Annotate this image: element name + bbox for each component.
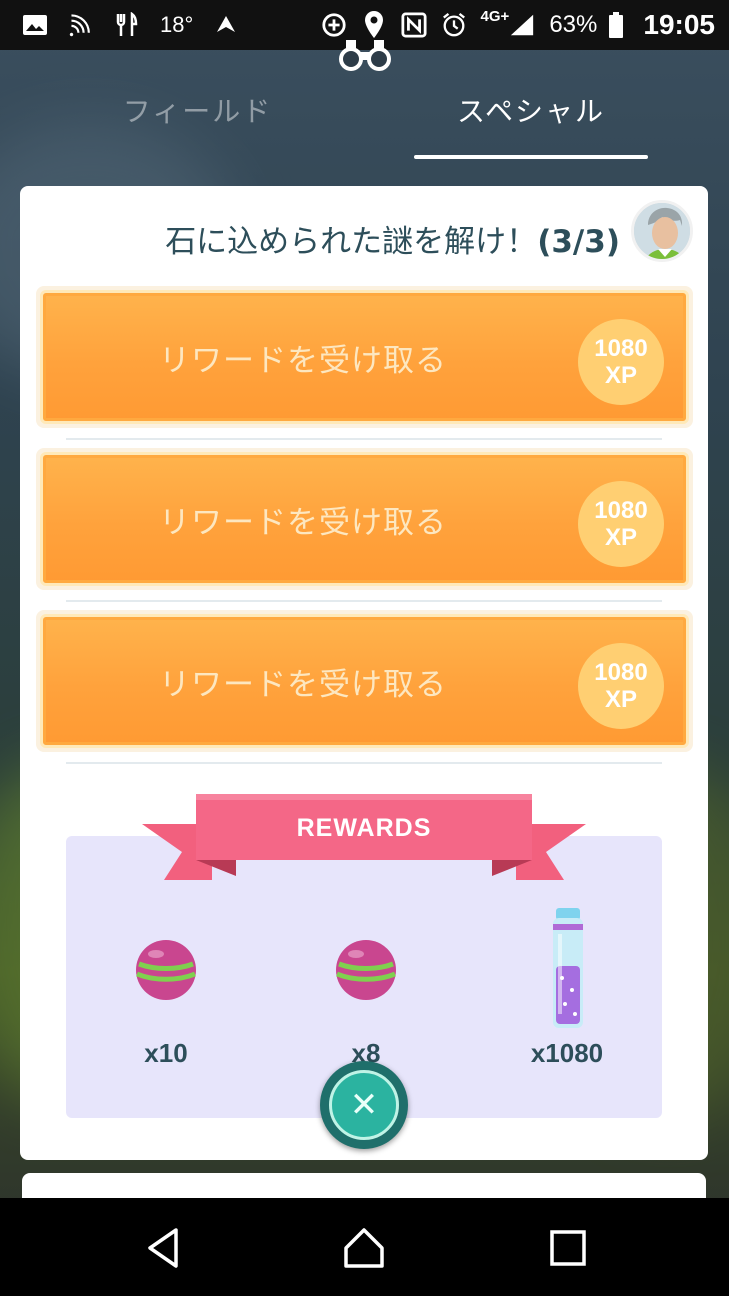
stardust-bottle-icon	[553, 908, 583, 1028]
divider	[66, 600, 662, 602]
restaurant-icon	[114, 12, 140, 38]
battery-icon	[603, 12, 629, 38]
divider	[66, 438, 662, 440]
binoculars-icon	[336, 34, 394, 74]
xp-badge: 1080 XP	[578, 643, 664, 729]
reward-quantity: x1080	[530, 1038, 604, 1068]
research-title: 石に込められた謎を解け！	[165, 224, 538, 260]
claim-reward-label: リワードを受け取る	[159, 666, 447, 703]
claim-reward-label: リワードを受け取る	[159, 504, 447, 541]
xp-amount: 1080	[594, 497, 648, 524]
great-ball-icon	[136, 940, 196, 1000]
active-tab-indicator	[414, 155, 648, 159]
clock-time: 19:05	[643, 9, 715, 40]
special-research-card: 石に込められた謎を解け！(3/3) リワードを受け取る 1080 XP リワード…	[20, 186, 708, 1160]
claim-reward-button[interactable]: リワードを受け取る 1080 XP	[36, 448, 693, 590]
back-icon[interactable]	[142, 1226, 186, 1270]
research-title-row: 石に込められた謎を解け！(3/3)	[20, 216, 620, 261]
xp-badge: 1080 XP	[578, 319, 664, 405]
tab-field[interactable]: フィールド	[80, 90, 315, 140]
claim-reward-button[interactable]: リワードを受け取る 1080 XP	[36, 286, 693, 428]
navigation-bar	[0, 1198, 729, 1296]
send-icon	[213, 12, 239, 38]
nfc-wave-icon	[68, 12, 94, 38]
research-progress: (3/3)	[537, 224, 620, 260]
reward-item-great-ball	[134, 938, 198, 1006]
network-type: 4G+	[480, 7, 510, 25]
temperature-text: 18°	[160, 12, 194, 37]
xp-badge: 1080 XP	[578, 481, 664, 567]
divider	[66, 762, 662, 764]
battery-percent: 63%	[549, 11, 598, 38]
professor-avatar[interactable]	[631, 200, 693, 262]
xp-amount: 1080	[594, 659, 648, 686]
xp-amount: 1080	[594, 335, 648, 362]
home-icon[interactable]	[342, 1226, 386, 1270]
claim-reward-button[interactable]: リワードを受け取る 1080 XP	[36, 610, 693, 752]
great-ball-icon	[336, 940, 396, 1000]
reward-quantity: x10	[144, 1038, 188, 1068]
nfc-icon	[401, 12, 427, 38]
reward-item-great-ball	[334, 938, 398, 1006]
research-tabs: フィールド スペシャル	[0, 90, 729, 160]
xp-unit: XP	[604, 362, 637, 389]
reward-item-stardust	[550, 906, 586, 1036]
signal-icon	[509, 12, 535, 38]
tab-special[interactable]: スペシャル	[414, 90, 648, 140]
claim-reward-label: リワードを受け取る	[159, 342, 447, 379]
xp-unit: XP	[604, 524, 637, 551]
image-icon	[22, 12, 48, 38]
xp-unit: XP	[604, 686, 637, 713]
recent-apps-icon[interactable]	[546, 1226, 590, 1270]
alarm-icon	[441, 12, 467, 38]
rewards-header: REWARDS	[296, 813, 432, 842]
close-button[interactable]: ✕	[320, 1061, 408, 1149]
close-icon: ✕	[329, 1070, 399, 1140]
